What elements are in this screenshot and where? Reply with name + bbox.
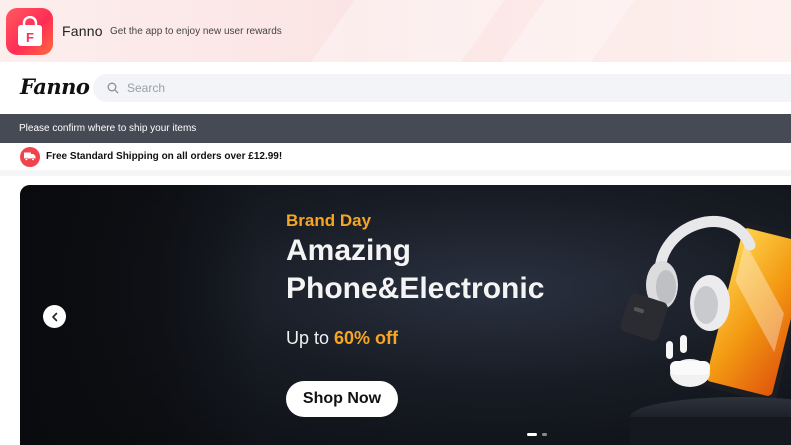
banner-offer: Up to 60% off xyxy=(286,328,398,349)
search-icon xyxy=(107,82,119,94)
search-bar[interactable] xyxy=(93,74,791,102)
site-header: Fanno xyxy=(0,62,791,114)
free-shipping-notice: Free Standard Shipping on all orders ove… xyxy=(0,143,791,176)
banner-headline-line2: Phone&Electronic xyxy=(286,272,545,305)
product-image xyxy=(620,216,791,445)
banner-headline: Amazing Phone&Electronic xyxy=(286,232,544,308)
ship-location-text: Please confirm where to ship your items xyxy=(19,123,197,134)
decorative-stripe xyxy=(298,0,512,62)
banner-offer-value: 60% off xyxy=(334,328,399,348)
app-icon-letter: F xyxy=(26,30,34,45)
banner-eyebrow: Brand Day xyxy=(286,211,372,230)
app-name: Fanno xyxy=(62,23,103,39)
free-shipping-text: Free Standard Shipping on all orders ove… xyxy=(46,151,283,162)
ship-location-bar[interactable]: Please confirm where to ship your items xyxy=(0,114,791,143)
carousel-dot[interactable] xyxy=(527,433,537,436)
truck-icon xyxy=(20,146,40,167)
hero-banner[interactable]: Brand Day Amazing Phone&Electronic Up to… xyxy=(20,185,791,445)
carousel-prev-button[interactable] xyxy=(43,305,66,328)
banner-headline-line1: Amazing xyxy=(286,234,412,267)
shop-now-button[interactable]: Shop Now xyxy=(286,381,398,417)
app-promo-subtitle: Get the app to enjoy new user rewards xyxy=(110,26,282,37)
search-input[interactable] xyxy=(127,81,527,95)
app-icon[interactable]: F xyxy=(6,8,53,55)
carousel-dot[interactable] xyxy=(542,433,547,436)
banner-offer-prefix: Up to xyxy=(286,328,335,348)
chevron-left-icon xyxy=(51,312,57,321)
site-logo[interactable]: Fanno xyxy=(20,74,90,99)
app-promo-bar[interactable]: F Fanno Get the app to enjoy new user re… xyxy=(0,0,791,62)
shopping-bag-icon: F xyxy=(17,15,42,46)
carousel-dots xyxy=(527,433,547,436)
decorative-stripe xyxy=(488,0,642,62)
